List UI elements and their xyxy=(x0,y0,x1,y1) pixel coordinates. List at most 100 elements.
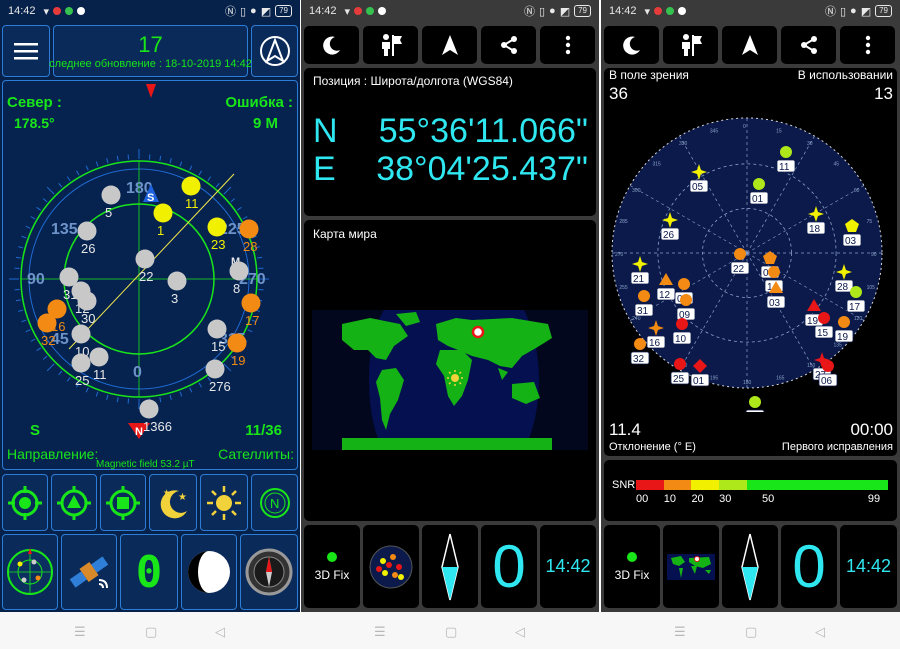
sky-satellite-label: 16 xyxy=(646,335,666,349)
compass-mode-button[interactable] xyxy=(251,25,298,77)
notification-icon xyxy=(678,7,687,15)
azimuth-tick-label: 120 xyxy=(854,316,863,322)
compass-n-button[interactable]: N xyxy=(251,474,298,531)
azimuth-tick-label: 135 xyxy=(834,343,843,349)
sky-satellite-label: 18 xyxy=(806,221,826,235)
night-mode-button[interactable] xyxy=(604,26,659,64)
navigate-button[interactable] xyxy=(722,26,777,64)
compass-needle-widget[interactable] xyxy=(722,525,778,608)
home-nav-icon[interactable]: ▢ xyxy=(745,624,757,640)
sky-satellite-marker xyxy=(838,316,850,328)
status-time: 14:42 xyxy=(309,5,337,17)
triangle-target-icon xyxy=(57,485,91,520)
night-mode-button[interactable]: ★ ★ xyxy=(149,474,197,531)
back-nav-icon[interactable]: ◁ xyxy=(815,624,825,640)
satellite-label: 26 xyxy=(81,241,95,256)
svg-text:11: 11 xyxy=(779,162,790,173)
vibrate-icon: ▯ xyxy=(239,5,247,18)
satellite-marker xyxy=(135,249,155,269)
home-nav-icon[interactable]: ▢ xyxy=(145,624,157,640)
satellite-label: 15 xyxy=(211,339,225,354)
share-button[interactable] xyxy=(481,26,536,64)
satellite-label: 22 xyxy=(139,269,153,284)
home-nav-icon[interactable]: ▢ xyxy=(445,624,457,640)
dial-tick xyxy=(85,165,89,171)
sky-satellite-label: 06 xyxy=(818,373,838,387)
more-menu-button[interactable] xyxy=(840,26,895,64)
satellite-label: 30 xyxy=(81,311,95,326)
share-icon xyxy=(500,36,517,54)
location-icon: ● xyxy=(250,5,257,17)
map-title: Карта мира xyxy=(313,227,377,241)
moon-phase-widget[interactable] xyxy=(181,534,237,610)
waypoint-button[interactable] xyxy=(363,26,418,64)
dial-tick xyxy=(66,377,71,382)
dial-tick xyxy=(21,235,27,239)
satellite-label: 19 xyxy=(231,353,245,368)
svg-text:16: 16 xyxy=(649,338,661,349)
back-nav-icon[interactable]: ◁ xyxy=(515,624,525,640)
day-mode-button[interactable] xyxy=(200,474,248,531)
dial-tick xyxy=(15,256,21,259)
svg-text:N: N xyxy=(270,496,279,511)
clock-text: 14:42 xyxy=(545,556,591,576)
menu-nav-icon[interactable]: ☰ xyxy=(374,624,386,640)
satellites-ratio: 11/36 xyxy=(245,422,282,439)
dial-tick xyxy=(58,182,63,188)
compass-needle-widget[interactable] xyxy=(422,525,478,608)
target-icon xyxy=(8,485,42,520)
sky-view-widget[interactable] xyxy=(363,525,419,608)
vibrate-icon: ▯ xyxy=(839,5,847,18)
snr-ticks: 00 10 20 30 50 99 xyxy=(636,493,888,507)
square-button[interactable] xyxy=(100,474,146,531)
latitude-value: 55°36'11.066" xyxy=(378,112,588,150)
menu-button[interactable] xyxy=(2,25,50,77)
heading-label: 90 xyxy=(27,271,45,288)
gps-target-button[interactable] xyxy=(2,474,48,531)
night-mode-button[interactable] xyxy=(304,26,359,64)
dial-tick xyxy=(106,158,109,164)
dial-tick xyxy=(76,170,80,176)
satellite-marker xyxy=(167,271,187,291)
in-view-label: В поле зрения xyxy=(609,68,689,82)
triangle-button[interactable] xyxy=(51,474,97,531)
satellite-label: 1366 xyxy=(143,419,172,434)
dial-tick xyxy=(198,170,202,176)
azimuth-tick-label: 300 xyxy=(632,188,641,194)
satellite-marker xyxy=(181,176,201,196)
more-menu-button[interactable] xyxy=(540,26,595,64)
dial-tick xyxy=(247,329,253,333)
waypoint-button[interactable] xyxy=(663,26,718,64)
satellite-marker xyxy=(101,185,121,205)
wifi-icon: ▾ xyxy=(644,5,651,18)
heading-label: 0 xyxy=(133,364,142,381)
world-map[interactable] xyxy=(312,310,588,450)
compass-widget[interactable] xyxy=(240,534,298,610)
svg-text:17: 17 xyxy=(849,302,861,313)
gps-position-screen: 14:42 ▾ Ⓝ ▯ ● ◩ 79 Позиция : Широта/долг… xyxy=(301,0,599,612)
radar-widget[interactable] xyxy=(2,534,58,610)
person-flag-icon xyxy=(381,34,402,56)
snr-label: SNR xyxy=(612,479,636,491)
back-nav-icon[interactable]: ◁ xyxy=(215,624,225,640)
navigate-button[interactable] xyxy=(422,26,477,64)
screen-triptych: 14:42 ▾ Ⓝ ▯ ● ◩ 79 17 следнее обновление… xyxy=(0,0,900,649)
world-map-widget[interactable] xyxy=(663,525,719,608)
north-marker-letter: N xyxy=(135,426,143,438)
menu-nav-icon[interactable]: ☰ xyxy=(674,624,686,640)
sky-satellite-marker xyxy=(780,146,792,158)
satellite-widget[interactable] xyxy=(61,534,117,610)
dial-tick xyxy=(159,397,162,403)
sky-satellite-label: 11 xyxy=(776,159,796,173)
radar-icon xyxy=(7,548,53,595)
menu-nav-icon[interactable]: ☰ xyxy=(74,624,86,640)
dial-tick xyxy=(58,370,63,376)
nfc-icon: Ⓝ xyxy=(824,6,836,18)
share-button[interactable] xyxy=(781,26,836,64)
moon-icon xyxy=(622,36,640,55)
dial-tick xyxy=(95,161,99,167)
satellite-marker xyxy=(37,313,57,333)
signal-icon: ◩ xyxy=(260,5,272,18)
sky-satellite-marker xyxy=(638,290,650,302)
sky-satellite-marker xyxy=(634,338,646,350)
